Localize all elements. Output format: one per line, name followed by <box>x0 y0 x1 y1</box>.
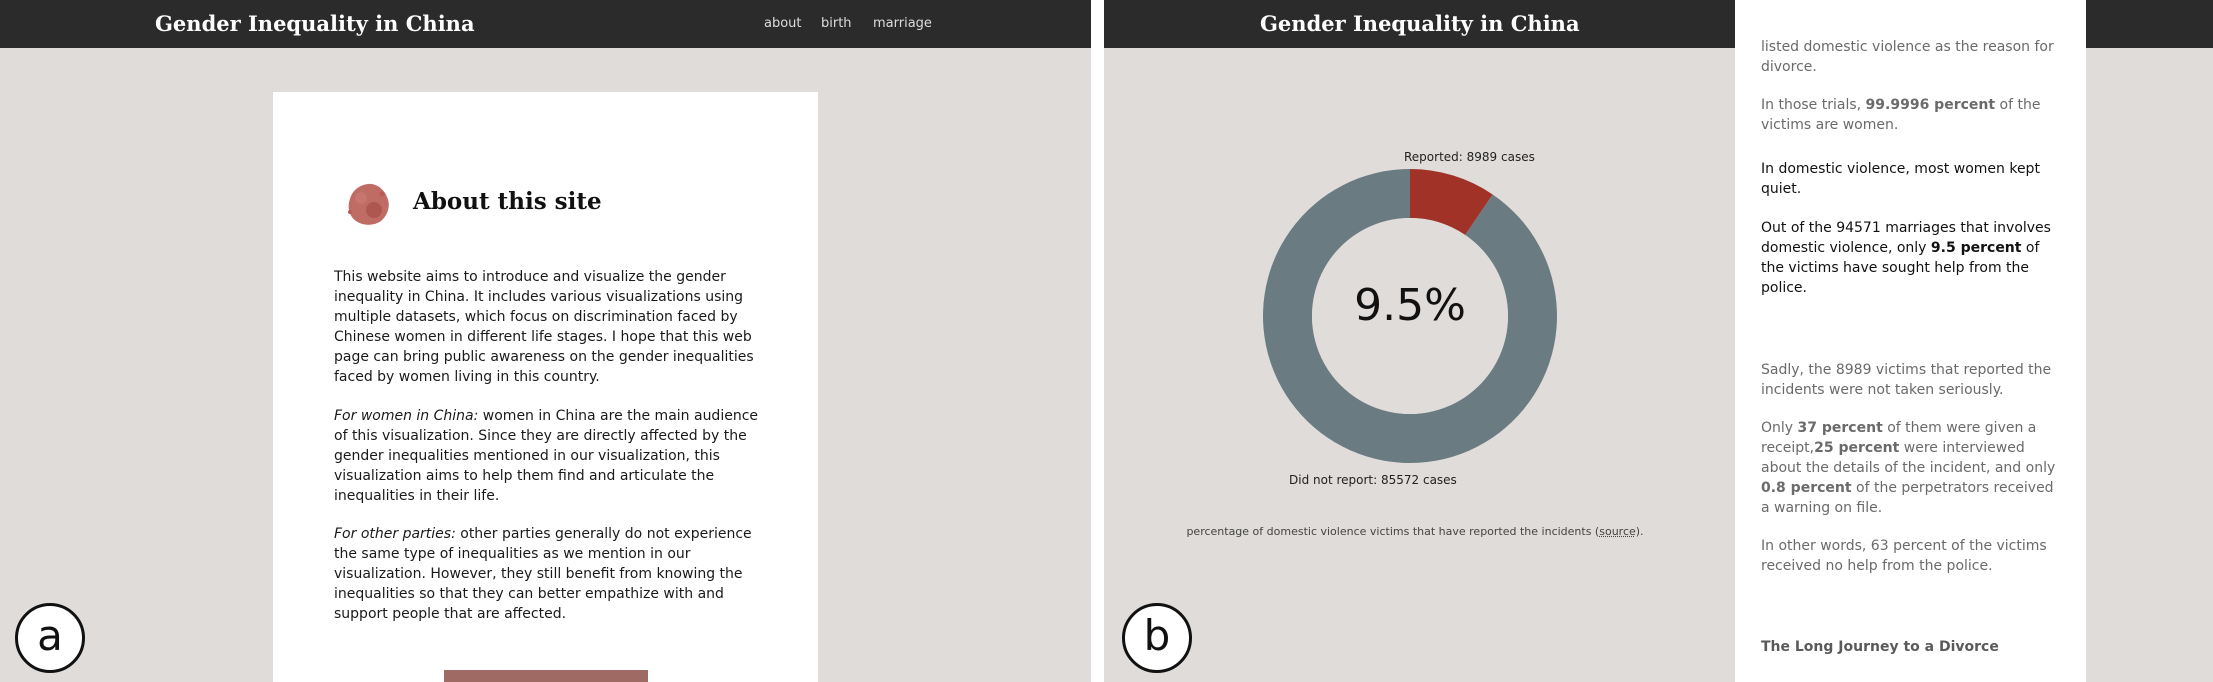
legend-not-reported: Did not report: 85572 cases <box>1289 473 1457 487</box>
story-paragraph: Only 37 percent of them were given a rec… <box>1761 418 2066 518</box>
intro-paragraph: This website aims to introduce and visua… <box>334 269 754 385</box>
panel-b-marriage: Gender Inequality in China about birth m… <box>1104 0 2213 682</box>
emphasis: 9.5 percent <box>1930 240 2022 256</box>
story-paragraph: In those trials, 99.9996 percent of the … <box>1761 95 2066 135</box>
page-title: About this site <box>413 188 602 215</box>
story-paragraph: listed domestic violence as the reason f… <box>1761 39 2054 75</box>
story-paragraph: In other words, 63 percent of the victim… <box>1761 538 2047 574</box>
chart-caption: percentage of domestic violence victims … <box>1104 525 1726 538</box>
emphasis: 99.9996 percent <box>1865 97 1996 113</box>
others-label: For other parties: <box>334 526 456 542</box>
women-label: For women in China: <box>334 408 479 424</box>
panel-a-about: Gender Inequality in China about birth m… <box>0 0 1091 682</box>
site-title[interactable]: Gender Inequality in China <box>1260 11 1580 36</box>
nav-birth[interactable]: birth <box>821 16 852 31</box>
text-run: Only <box>1761 420 1798 436</box>
source-link[interactable]: source <box>1599 525 1636 538</box>
legend-reported: Reported: 8989 cases <box>1404 150 1535 164</box>
women-paragraph: For women in China: women in China are t… <box>334 406 764 506</box>
caption-text: percentage of domestic violence victims … <box>1186 525 1600 538</box>
panel-marker-b: b <box>1122 603 1192 673</box>
nav-marriage[interactable]: marriage <box>873 16 932 31</box>
nav-about[interactable]: about <box>764 16 802 31</box>
navbar: Gender Inequality in China about birth m… <box>0 0 1091 48</box>
donut-center-value: 9.5% <box>1354 280 1466 331</box>
story-column: listed domestic violence as the reason f… <box>1735 0 2086 682</box>
ink-blob-icon <box>348 183 389 225</box>
others-paragraph: For other parties: other parties general… <box>334 524 764 624</box>
emphasis: 0.8 percent <box>1761 480 1852 496</box>
story-paragraph: Sadly, the 8989 victims that reported th… <box>1761 362 2052 398</box>
about-card: About this site This website aims to int… <box>273 92 818 682</box>
story-paragraph: In domestic violence, most women kept qu… <box>1761 161 2040 197</box>
site-title[interactable]: Gender Inequality in China <box>155 11 475 36</box>
text-run: In those trials, <box>1761 97 1866 113</box>
emphasis: 37 percent <box>1797 420 1883 436</box>
section-heading: The Long Journey to a Divorce <box>1761 639 1999 655</box>
continue-button[interactable] <box>444 670 648 682</box>
panel-marker-a: a <box>15 603 85 673</box>
story-paragraph: Out of the 94571 marriages that involves… <box>1761 218 2066 298</box>
emphasis: 25 percent <box>1814 440 1900 456</box>
caption-end: ). <box>1635 525 1644 538</box>
